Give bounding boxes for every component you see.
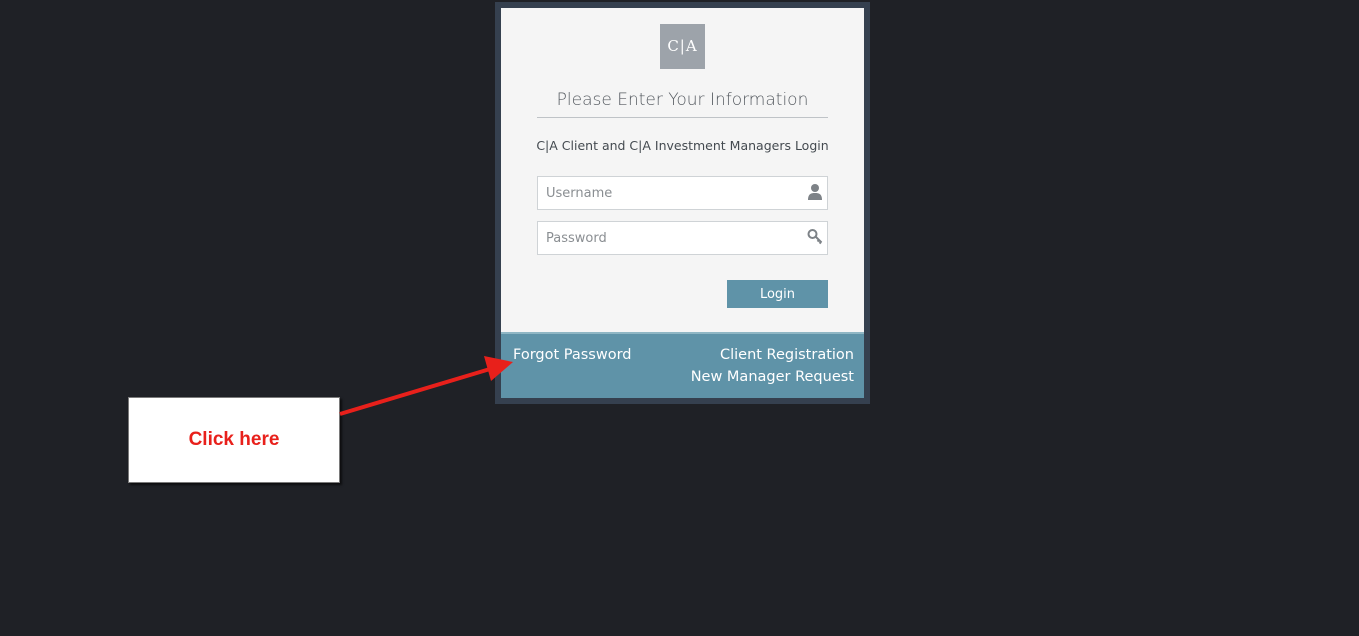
username-field-container: [537, 176, 828, 210]
password-field-container: [537, 221, 828, 255]
login-card: C|A Please Enter Your Information C|A Cl…: [501, 8, 864, 398]
login-subtitle: C|A Client and C|A Investment Managers L…: [536, 138, 829, 153]
password-input[interactable]: [538, 222, 796, 254]
page: C|A Please Enter Your Information C|A Cl…: [0, 0, 1359, 636]
click-here-callout: Click here: [128, 397, 340, 483]
page-title: Please Enter Your Information: [537, 90, 828, 118]
forgot-password-link[interactable]: Forgot Password: [513, 347, 632, 363]
username-input[interactable]: [538, 177, 796, 209]
login-footer: Forgot Password Client Registration New …: [501, 332, 864, 398]
user-icon: [807, 183, 823, 201]
key-icon: [807, 228, 823, 246]
login-card-frame: C|A Please Enter Your Information C|A Cl…: [495, 2, 870, 404]
login-button[interactable]: Login: [727, 280, 828, 308]
client-registration-link[interactable]: Client Registration: [720, 347, 854, 363]
new-manager-request-link[interactable]: New Manager Request: [691, 369, 854, 385]
ca-logo: C|A: [660, 24, 705, 69]
callout-text: Click here: [188, 429, 280, 450]
